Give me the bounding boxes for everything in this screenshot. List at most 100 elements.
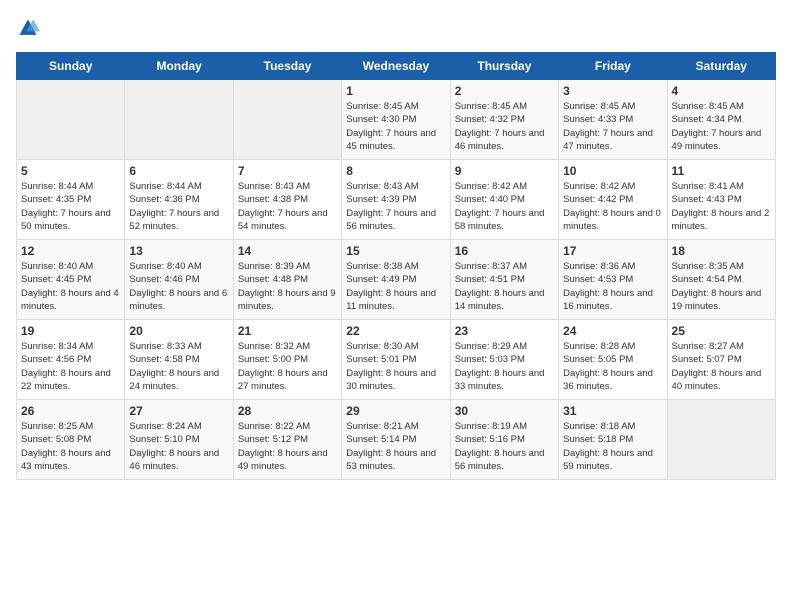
calendar-cell: 1 Sunrise: 8:45 AMSunset: 4:30 PMDaylight… [342, 80, 450, 160]
day-number: 27 [129, 404, 228, 418]
day-number: 26 [21, 404, 120, 418]
day-number: 1 [346, 84, 445, 98]
cell-content: Sunrise: 8:40 AMSunset: 4:46 PMDaylight:… [129, 260, 228, 313]
day-number: 12 [21, 244, 120, 258]
calendar-cell: 19 Sunrise: 8:34 AMSunset: 4:56 PMDayligh… [17, 320, 125, 400]
calendar-cell [233, 80, 341, 160]
calendar-cell: 3 Sunrise: 8:45 AMSunset: 4:33 PMDaylight… [559, 80, 667, 160]
cell-content: Sunrise: 8:37 AMSunset: 4:51 PMDaylight:… [455, 260, 554, 313]
cell-content: Sunrise: 8:34 AMSunset: 4:56 PMDaylight:… [21, 340, 120, 393]
cell-content: Sunrise: 8:42 AMSunset: 4:42 PMDaylight:… [563, 180, 662, 233]
day-number: 9 [455, 164, 554, 178]
day-number: 2 [455, 84, 554, 98]
calendar-cell [667, 400, 775, 480]
cell-content: Sunrise: 8:43 AMSunset: 4:39 PMDaylight:… [346, 180, 445, 233]
cell-content: Sunrise: 8:36 AMSunset: 4:53 PMDaylight:… [563, 260, 662, 313]
day-number: 22 [346, 324, 445, 338]
calendar-cell: 24 Sunrise: 8:28 AMSunset: 5:05 PMDayligh… [559, 320, 667, 400]
day-number: 4 [672, 84, 771, 98]
cell-content: Sunrise: 8:44 AMSunset: 4:35 PMDaylight:… [21, 180, 120, 233]
day-number: 5 [21, 164, 120, 178]
cell-content: Sunrise: 8:28 AMSunset: 5:05 PMDaylight:… [563, 340, 662, 393]
calendar-cell: 7 Sunrise: 8:43 AMSunset: 4:38 PMDaylight… [233, 160, 341, 240]
day-number: 3 [563, 84, 662, 98]
calendar-cell: 18 Sunrise: 8:35 AMSunset: 4:54 PMDayligh… [667, 240, 775, 320]
calendar-cell: 5 Sunrise: 8:44 AMSunset: 4:35 PMDaylight… [17, 160, 125, 240]
calendar-cell [17, 80, 125, 160]
calendar-cell: 27Sunrise: 8:24 AMSunset: 5:10 PMDayligh… [125, 400, 233, 480]
day-of-week-header: Saturday [667, 53, 775, 80]
day-number: 30 [455, 404, 554, 418]
calendar-cell: 15 Sunrise: 8:38 AMSunset: 4:49 PMDayligh… [342, 240, 450, 320]
day-number: 8 [346, 164, 445, 178]
cell-content: Sunrise: 8:33 AMSunset: 4:58 PMDaylight:… [129, 340, 228, 393]
day-number: 25 [672, 324, 771, 338]
page-header [16, 16, 776, 40]
calendar-cell: 23 Sunrise: 8:29 AMSunset: 5:03 PMDayligh… [450, 320, 558, 400]
cell-content: Sunrise: 8:45 AMSunset: 4:32 PMDaylight:… [455, 100, 554, 153]
day-number: 18 [672, 244, 771, 258]
cell-content: Sunrise: 8:39 AMSunset: 4:48 PMDaylight:… [238, 260, 337, 313]
cell-content: Sunrise: 8:19 AMSunset: 5:16 PMDaylight:… [455, 420, 554, 473]
day-number: 6 [129, 164, 228, 178]
day-number: 23 [455, 324, 554, 338]
calendar-cell: 31Sunrise: 8:18 AMSunset: 5:18 PMDayligh… [559, 400, 667, 480]
cell-content: Sunrise: 8:32 AMSunset: 5:00 PMDaylight:… [238, 340, 337, 393]
cell-content: Sunrise: 8:42 AMSunset: 4:40 PMDaylight:… [455, 180, 554, 233]
day-number: 15 [346, 244, 445, 258]
day-of-week-header: Friday [559, 53, 667, 80]
cell-content: Sunrise: 8:41 AMSunset: 4:43 PMDaylight:… [672, 180, 771, 233]
logo-icon [16, 16, 40, 40]
day-number: 16 [455, 244, 554, 258]
day-number: 13 [129, 244, 228, 258]
calendar-cell: 6 Sunrise: 8:44 AMSunset: 4:36 PMDaylight… [125, 160, 233, 240]
cell-content: Sunrise: 8:25 AMSunset: 5:08 PMDaylight:… [21, 420, 120, 473]
calendar-cell: 25 Sunrise: 8:27 AMSunset: 5:07 PMDayligh… [667, 320, 775, 400]
day-number: 17 [563, 244, 662, 258]
cell-content: Sunrise: 8:45 AMSunset: 4:30 PMDaylight:… [346, 100, 445, 153]
cell-content: Sunrise: 8:18 AMSunset: 5:18 PMDaylight:… [563, 420, 662, 473]
calendar-cell: 10 Sunrise: 8:42 AMSunset: 4:42 PMDayligh… [559, 160, 667, 240]
day-of-week-header: Thursday [450, 53, 558, 80]
day-of-week-header: Tuesday [233, 53, 341, 80]
calendar-cell: 9 Sunrise: 8:42 AMSunset: 4:40 PMDaylight… [450, 160, 558, 240]
day-number: 20 [129, 324, 228, 338]
calendar-cell: 12Sunrise: 8:40 AMSunset: 4:45 PMDayligh… [17, 240, 125, 320]
day-number: 14 [238, 244, 337, 258]
calendar-cell: 4 Sunrise: 8:45 AMSunset: 4:34 PMDaylight… [667, 80, 775, 160]
cell-content: Sunrise: 8:22 AMSunset: 5:12 PMDaylight:… [238, 420, 337, 473]
calendar-cell: 14 Sunrise: 8:39 AMSunset: 4:48 PMDayligh… [233, 240, 341, 320]
calendar-cell: 17 Sunrise: 8:36 AMSunset: 4:53 PMDayligh… [559, 240, 667, 320]
calendar-cell: 21 Sunrise: 8:32 AMSunset: 5:00 PMDayligh… [233, 320, 341, 400]
calendar-cell: 30 Sunrise: 8:19 AMSunset: 5:16 PMDayligh… [450, 400, 558, 480]
cell-content: Sunrise: 8:45 AMSunset: 4:34 PMDaylight:… [672, 100, 771, 153]
day-of-week-header: Sunday [17, 53, 125, 80]
day-number: 11 [672, 164, 771, 178]
day-of-week-header: Monday [125, 53, 233, 80]
calendar-cell: 29Sunrise: 8:21 AMSunset: 5:14 PMDayligh… [342, 400, 450, 480]
day-of-week-header: Wednesday [342, 53, 450, 80]
day-number: 21 [238, 324, 337, 338]
calendar-cell: 11 Sunrise: 8:41 AMSunset: 4:43 PMDayligh… [667, 160, 775, 240]
calendar-cell: 16 Sunrise: 8:37 AMSunset: 4:51 PMDayligh… [450, 240, 558, 320]
calendar-cell: 8 Sunrise: 8:43 AMSunset: 4:39 PMDaylight… [342, 160, 450, 240]
cell-content: Sunrise: 8:35 AMSunset: 4:54 PMDaylight:… [672, 260, 771, 313]
cell-content: Sunrise: 8:27 AMSunset: 5:07 PMDaylight:… [672, 340, 771, 393]
cell-content: Sunrise: 8:43 AMSunset: 4:38 PMDaylight:… [238, 180, 337, 233]
calendar-table: SundayMondayTuesdayWednesdayThursdayFrid… [16, 52, 776, 480]
day-number: 24 [563, 324, 662, 338]
calendar-cell: 2 Sunrise: 8:45 AMSunset: 4:32 PMDaylight… [450, 80, 558, 160]
cell-content: Sunrise: 8:21 AMSunset: 5:14 PMDaylight:… [346, 420, 445, 473]
cell-content: Sunrise: 8:38 AMSunset: 4:49 PMDaylight:… [346, 260, 445, 313]
calendar-cell: 28Sunrise: 8:22 AMSunset: 5:12 PMDayligh… [233, 400, 341, 480]
cell-content: Sunrise: 8:44 AMSunset: 4:36 PMDaylight:… [129, 180, 228, 233]
cell-content: Sunrise: 8:30 AMSunset: 5:01 PMDaylight:… [346, 340, 445, 393]
day-number: 10 [563, 164, 662, 178]
calendar-cell: 13 Sunrise: 8:40 AMSunset: 4:46 PMDayligh… [125, 240, 233, 320]
day-number: 7 [238, 164, 337, 178]
calendar-cell: 22 Sunrise: 8:30 AMSunset: 5:01 PMDayligh… [342, 320, 450, 400]
cell-content: Sunrise: 8:29 AMSunset: 5:03 PMDaylight:… [455, 340, 554, 393]
cell-content: Sunrise: 8:45 AMSunset: 4:33 PMDaylight:… [563, 100, 662, 153]
calendar-header: SundayMondayTuesdayWednesdayThursdayFrid… [17, 53, 776, 80]
day-number: 19 [21, 324, 120, 338]
